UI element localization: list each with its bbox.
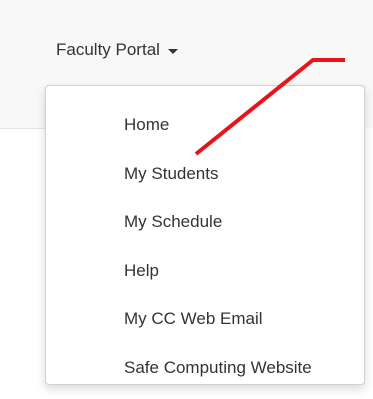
faculty-portal-dropdown-menu: Home My Students My Schedule Help My CC … [45,85,365,385]
menu-item-safe-computing-website[interactable]: Safe Computing Website [86,344,364,393]
menu-item-label: Safe Computing Website [124,357,312,377]
menu-item-home[interactable]: Home [86,101,364,150]
menu-item-help[interactable]: Help [86,247,364,296]
menu-item-my-cc-web-email[interactable]: My CC Web Email [86,295,364,344]
menu-item-my-schedule[interactable]: My Schedule [86,198,364,247]
menu-item-label: Home [124,115,170,134]
menu-item-label: My Schedule [124,212,223,231]
menu-item-label: My Students [124,163,219,183]
navbar-divider [0,128,46,129]
menu-item-label: My CC Web Email [124,309,263,328]
faculty-portal-label: Faculty Portal [56,40,160,59]
faculty-portal-dropdown-toggle[interactable]: Faculty Portal [56,37,178,63]
menu-item-label: Help [124,260,159,280]
caret-down-icon [167,48,178,54]
menu-item-my-students[interactable]: My Students [86,150,364,199]
